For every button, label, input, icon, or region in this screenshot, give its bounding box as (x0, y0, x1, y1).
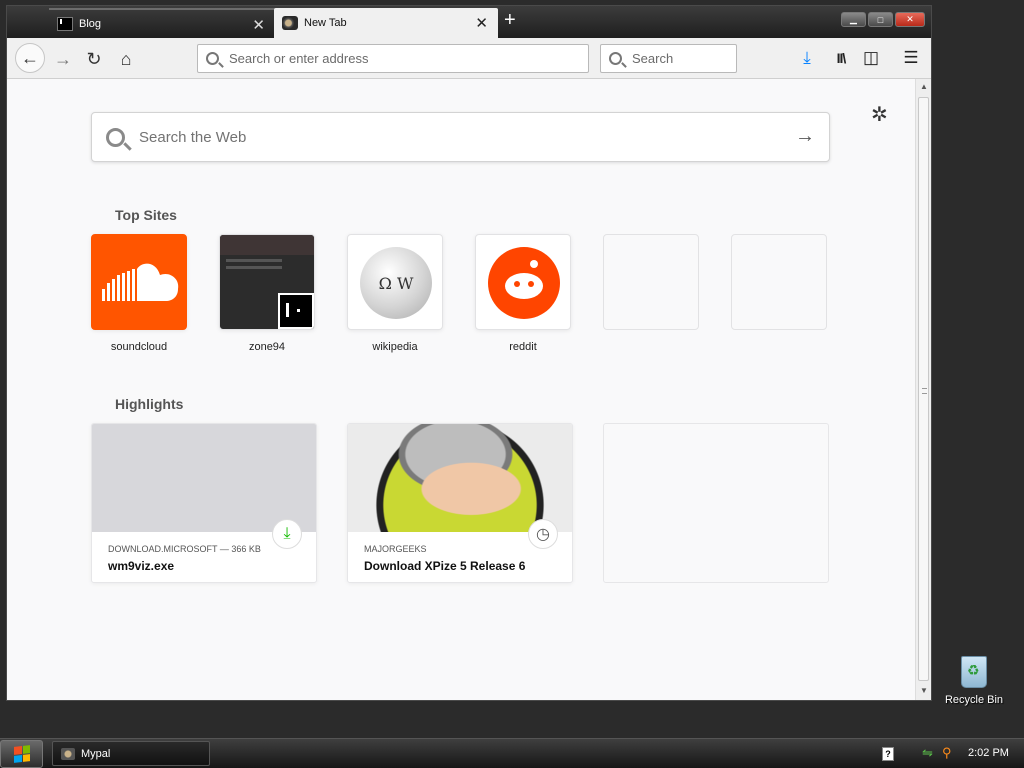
tab-bar: Blog ✕ New Tab ✕ + ▁ □ ✕ (7, 6, 931, 38)
tab-new-tab[interactable]: New Tab ✕ (274, 8, 498, 38)
start-button[interactable] (0, 740, 43, 768)
sidebar-icon[interactable]: ◫ (859, 46, 883, 70)
window-controls: ▁ □ ✕ (841, 12, 925, 27)
clock-icon: ◷ (528, 519, 558, 549)
search-icon (609, 52, 622, 65)
top-site-zone94[interactable] (219, 234, 315, 330)
top-site-label: reddit (509, 341, 537, 353)
new-tab-page: ✲ Search the Web → Top Sites Ω W soundcl… (7, 79, 915, 700)
top-site-label: wikipedia (372, 341, 418, 353)
scrollbar-grip (922, 388, 927, 394)
home-button[interactable]: ⌂ (113, 46, 139, 72)
menu-icon[interactable]: ☰ (899, 46, 923, 70)
taskbar: Mypal ? ⇋ ⚲ 2:02 PM (0, 738, 1024, 768)
highlight-title: wm9viz.exe (108, 559, 175, 573)
search-bar-placeholder: Search (632, 51, 674, 66)
highlight-card[interactable]: ⤓ DOWNLOAD.MICROSOFT — 366 KB wm9viz.exe (91, 423, 317, 583)
tab-label: Blog (79, 18, 102, 30)
maximize-button[interactable]: □ (868, 12, 893, 27)
top-site-wikipedia[interactable]: Ω W (347, 234, 443, 330)
recycle-bin-label: Recycle Bin (944, 694, 1004, 706)
windows-logo-icon (13, 745, 30, 763)
help-icon[interactable]: ? (882, 747, 894, 761)
tab-close-icon[interactable]: ✕ (252, 16, 265, 34)
downloads-icon[interactable]: ⤓ (795, 46, 819, 70)
browser-window: Blog ✕ New Tab ✕ + ▁ □ ✕ ← → ↻ ⌂ Search … (6, 5, 932, 701)
highlight-source: MAJORGEEKS (364, 544, 427, 554)
highlight-thumbnail (92, 424, 316, 532)
back-button[interactable]: ← (15, 43, 45, 73)
zone94-favicon-icon (278, 293, 314, 329)
soundcloud-logo-icon (102, 263, 179, 301)
address-bar[interactable]: Search or enter address (197, 44, 589, 73)
tab-close-icon[interactable]: ✕ (475, 14, 488, 32)
new-tab-button[interactable]: + (504, 10, 516, 30)
taskbar-item-mypal[interactable]: Mypal (52, 741, 210, 766)
scrollbar-thumb[interactable] (918, 97, 929, 681)
zone94-thumbnail-line (226, 259, 283, 262)
highlight-title: Download XPize 5 Release 6 (364, 559, 526, 573)
top-site-label: zone94 (248, 341, 286, 353)
vertical-scrollbar[interactable]: ▲ ▼ (915, 79, 931, 700)
gear-icon[interactable]: ✲ (871, 102, 888, 127)
top-site-empty[interactable] (731, 234, 827, 330)
highlight-source: DOWNLOAD.MICROSOFT — 366 KB (108, 544, 261, 554)
highlight-card-empty (603, 423, 829, 583)
zone94-thumbnail-header (220, 235, 314, 255)
recycle-bin[interactable]: Recycle Bin (942, 656, 1006, 706)
taskbar-item-label: Mypal (81, 747, 111, 760)
zone94-thumbnail-line (226, 266, 283, 269)
wikipedia-globe-icon: Ω W (360, 247, 432, 319)
top-site-label: soundcloud (110, 341, 168, 353)
scroll-down-icon[interactable]: ▼ (916, 686, 932, 695)
reddit-antenna (530, 260, 538, 268)
forward-button[interactable]: → (50, 46, 76, 72)
system-clock[interactable]: 2:02 PM (968, 747, 1009, 759)
scroll-up-icon[interactable]: ▲ (916, 82, 932, 91)
download-icon: ⤓ (272, 519, 302, 549)
search-icon (106, 127, 125, 147)
library-icon[interactable]: II\ (829, 46, 853, 70)
highlight-card[interactable]: ◷ MAJORGEEKS Download XPize 5 Release 6 (347, 423, 573, 583)
search-tray-icon[interactable]: ⚲ (942, 745, 952, 761)
search-bar[interactable]: Search (600, 44, 737, 73)
reload-button[interactable]: ↻ (81, 46, 107, 72)
arrow-right-icon[interactable]: → (795, 125, 815, 148)
web-search-placeholder: Search the Web (139, 128, 247, 146)
search-icon (206, 52, 219, 65)
network-icon[interactable]: ⇋ (922, 745, 933, 761)
reddit-alien-head (505, 273, 543, 299)
address-bar-placeholder: Search or enter address (229, 51, 369, 66)
highlights-heading: Highlights (115, 396, 184, 412)
reddit-logo-icon (488, 247, 560, 319)
highlight-thumbnail (348, 424, 572, 532)
top-site-soundcloud[interactable] (91, 234, 187, 330)
top-site-reddit[interactable] (475, 234, 571, 330)
top-site-empty[interactable] (603, 234, 699, 330)
navigation-toolbar: ← → ↻ ⌂ Search or enter address Search ⤓… (7, 38, 931, 79)
tab-label: New Tab (304, 17, 347, 29)
mypal-app-icon (61, 747, 75, 760)
top-sites-heading: Top Sites (115, 207, 177, 223)
recycle-bin-icon (961, 656, 987, 688)
close-window-button[interactable]: ✕ (895, 12, 925, 27)
minimize-button[interactable]: ▁ (841, 12, 866, 27)
tab-blog[interactable]: Blog ✕ (49, 8, 275, 38)
web-search-box[interactable]: Search the Web → (91, 112, 830, 162)
blog-favicon-icon (57, 17, 73, 31)
newtab-favicon-icon (282, 16, 298, 30)
